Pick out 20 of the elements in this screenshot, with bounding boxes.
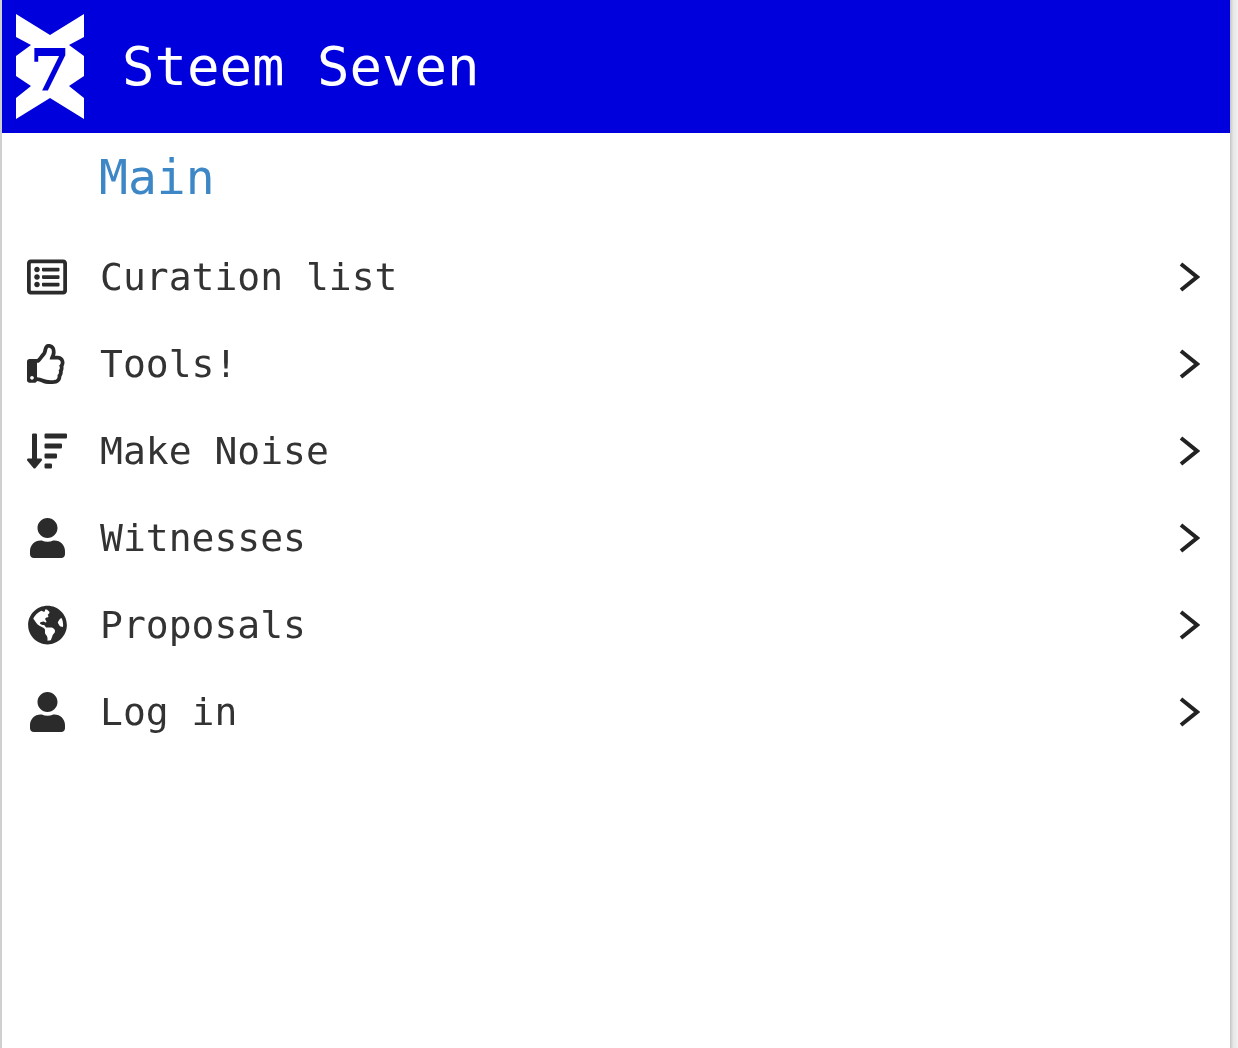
user-icon xyxy=(29,691,65,732)
logo-icon[interactable]: 7 xyxy=(15,14,85,119)
globe-icon xyxy=(27,604,67,645)
menu-item[interactable]: Witnesses xyxy=(2,494,1230,581)
chevron-right-icon xyxy=(1178,434,1200,467)
app-title: Steem Seven xyxy=(122,39,480,94)
chevron-right-icon xyxy=(1178,695,1200,728)
menu-item[interactable]: Tools! xyxy=(2,320,1230,407)
chevron-right-icon xyxy=(1178,608,1200,641)
menu-item[interactable]: Make Noise xyxy=(2,407,1230,494)
thumbs-up-icon xyxy=(27,343,67,384)
user-icon xyxy=(29,517,65,558)
menu-item[interactable]: Proposals xyxy=(2,581,1230,668)
menu-item[interactable]: Log in xyxy=(2,668,1230,755)
chevron-right-icon xyxy=(1178,521,1200,554)
menu-item[interactable]: Curation list xyxy=(2,233,1230,320)
chevron-right-icon xyxy=(1178,260,1200,293)
scrollbar-track[interactable] xyxy=(1230,0,1238,1048)
chevron-right-icon xyxy=(1178,347,1200,380)
section-heading: Main xyxy=(99,150,215,204)
